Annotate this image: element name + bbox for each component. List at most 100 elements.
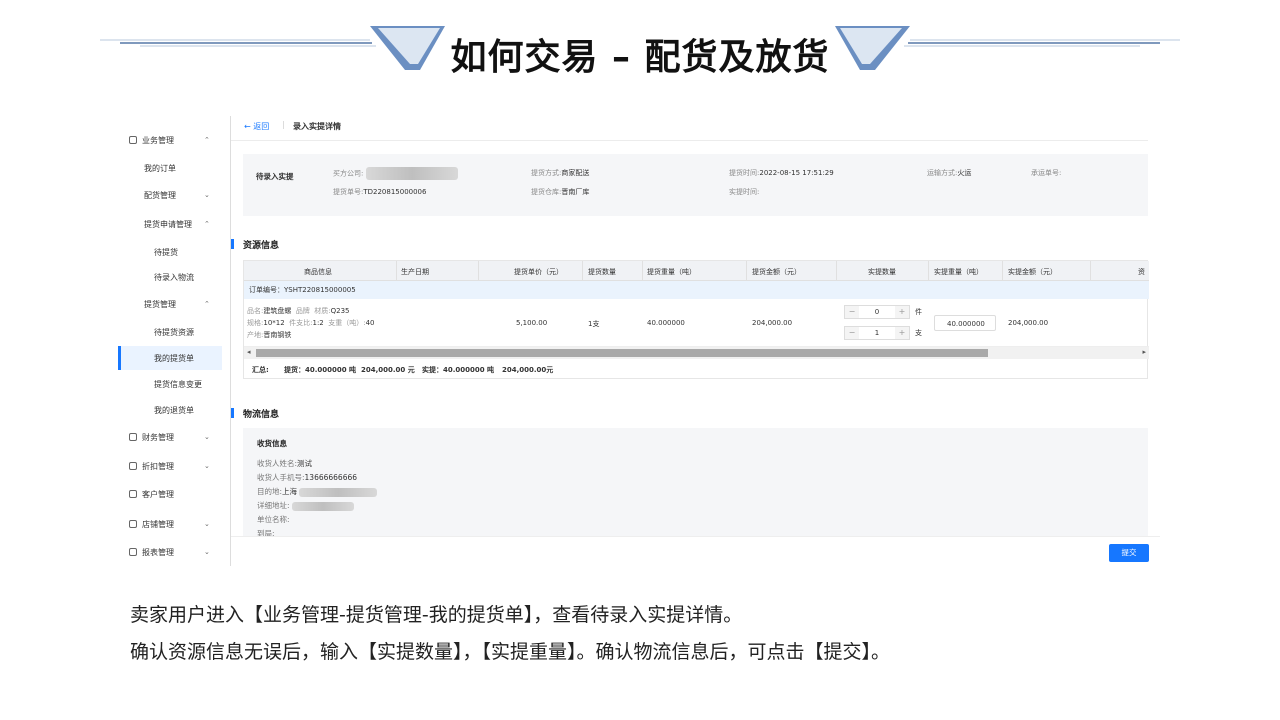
sidebar-item-finance[interactable]: 财务管理 ⌄ — [118, 425, 222, 449]
sidebar-item-my-returns[interactable]: 我的退货单 — [118, 398, 222, 422]
col-divider — [1090, 261, 1091, 281]
transport-field: 运输方式:火运 — [927, 169, 972, 177]
sidebar-item-business[interactable]: 业务管理 ⌃ — [118, 128, 222, 152]
col-divider — [396, 261, 397, 281]
pickup-time-field: 提货时间:2022-08-15 17:51:29 — [729, 169, 834, 177]
sidebar-item-my-orders[interactable]: 我的订单 — [118, 156, 222, 180]
slide-title: 如何交易 – 配货及放货 — [450, 37, 830, 78]
discount-icon — [129, 462, 137, 470]
chevron-down-icon: ⌄ — [204, 520, 210, 528]
sidebar-item-customers[interactable]: 客户管理 — [118, 482, 222, 506]
app-screenshot: 业务管理 ⌃ 我的订单 配货管理 ⌄ 提货申请管理 ⌃ 待提货 待录入物流 提货… — [118, 116, 1160, 566]
col-qty: 提货数量 — [588, 268, 616, 276]
unit-branches: 支 — [915, 329, 922, 337]
description-line-2: 确认资源信息无误后，输入【实提数量】，【实提重量】。确认物流信息后，可点击【提交… — [130, 641, 891, 663]
redacted-destination — [299, 487, 378, 497]
col-unit-price: 提货单价（元） — [514, 268, 563, 276]
chevron-up-icon: ⌃ — [204, 300, 210, 308]
col-amount: 提货金额（元） — [752, 268, 801, 276]
col-divider — [836, 261, 837, 281]
chevron-down-icon: ⌄ — [204, 548, 210, 556]
scroll-left-icon[interactable]: ◂ — [247, 348, 251, 356]
plus-icon[interactable]: + — [895, 327, 909, 339]
product-line-3: 产地:晋南钢铁 — [247, 331, 292, 339]
actual-qty-branches-stepper[interactable]: − 1 + — [844, 326, 910, 340]
table-row: 品名:建筑盘螺 品牌 材质:Q235 规格:10*12 件支比:1:2 支重（吨… — [244, 299, 1149, 347]
warehouse-field: 提货仓库:晋南厂库 — [531, 188, 590, 196]
weight-cell: 40.000000 — [647, 319, 685, 327]
col-production-date: 生产日期 — [401, 268, 429, 276]
customers-icon — [129, 490, 137, 498]
col-divider — [1002, 261, 1003, 281]
col-weight: 提货重量（吨） — [647, 268, 696, 276]
unit-pieces: 件 — [915, 308, 922, 316]
qty-cell: 1支 — [588, 320, 600, 328]
plus-icon[interactable]: + — [895, 306, 909, 318]
detail-address: 详细地址: — [257, 500, 354, 511]
sidebar-item-reports[interactable]: 报表管理 ⌄ — [118, 540, 222, 564]
sidebar-item-my-pickup-orders[interactable]: 我的提货单 — [118, 346, 222, 370]
description-line-1: 卖家用户进入【业务管理-提货管理-我的提货单】，查看待录入实提详情。 — [130, 604, 743, 626]
company-name: 单位名称: — [257, 515, 290, 524]
amount-cell: 204,000.00 — [752, 319, 793, 327]
sidebar-item-discount[interactable]: 折扣管理 ⌄ — [118, 454, 222, 478]
sidebar-item-pickup-mgmt[interactable]: 提货管理 ⌃ — [118, 292, 222, 316]
submit-button[interactable]: 提交 — [1109, 544, 1149, 562]
summary-row: 汇总: 提货：40.000000 吨 204,000.00 元 实提：40.00… — [252, 366, 554, 374]
col-divider — [642, 261, 643, 281]
pickup-method-field: 提货方式:商家配送 — [531, 169, 590, 177]
breadcrumb-separator: | — [282, 120, 285, 129]
page-title: 录入实提详情 — [293, 122, 341, 131]
destination: 目的地:上海 — [257, 486, 378, 497]
chevron-down-icon: ⌄ — [204, 433, 210, 441]
scroll-right-icon[interactable]: ▸ — [1142, 348, 1146, 356]
actual-amount-cell: 204,000.00 — [1008, 319, 1049, 327]
status-label: 待录入实提 — [256, 172, 294, 181]
scroll-thumb[interactable] — [256, 349, 988, 357]
receiver-name: 收货人姓名:测试 — [257, 459, 313, 468]
col-divider — [582, 261, 583, 281]
product-line-2: 规格:10*12 件支比:1:2 支重（吨）:40 — [247, 319, 375, 327]
logistics-section-title: 物流信息 — [231, 407, 279, 420]
col-divider — [928, 261, 929, 281]
unit-price-cell: 5,100.00 — [516, 319, 548, 327]
col-more: 资 — [1138, 268, 1145, 276]
sidebar-item-pickup-change[interactable]: 提货信息变更 — [118, 372, 222, 396]
minus-icon[interactable]: − — [845, 306, 859, 318]
table-header: 商品信息 生产日期 提货单价（元） 提货数量 提货重量（吨） 提货金额（元） 实… — [244, 261, 1149, 281]
main-content: ← 返回 | 录入实提详情 待录入实提 买方公司: 提货单号:TD2208150… — [230, 116, 1160, 566]
back-link[interactable]: ← 返回 — [244, 121, 269, 132]
footer-bar: 提交 — [231, 536, 1160, 566]
receiver-phone: 收货人手机号:13666666666 — [257, 473, 358, 482]
actual-weight-input[interactable]: 40.000000 — [934, 315, 996, 331]
col-divider — [746, 261, 747, 281]
sidebar: 业务管理 ⌃ 我的订单 配货管理 ⌄ 提货申请管理 ⌃ 待提货 待录入物流 提货… — [118, 116, 222, 566]
resource-section-title: 资源信息 — [231, 238, 279, 251]
finance-icon — [129, 433, 137, 441]
buyer-field: 买方公司: — [333, 167, 458, 180]
sidebar-item-pending-resources[interactable]: 待提货资源 — [118, 320, 222, 344]
sidebar-item-pending-logistics[interactable]: 待录入物流 — [118, 265, 222, 289]
chevron-down-icon: ⌄ — [204, 462, 210, 470]
actual-qty-pieces-stepper[interactable]: − 0 + — [844, 305, 910, 319]
redacted-buyer — [365, 167, 458, 180]
reports-icon — [129, 548, 137, 556]
sidebar-item-pickup-request[interactable]: 提货申请管理 ⌃ — [118, 212, 222, 236]
topbar: ← 返回 | 录入实提详情 — [231, 116, 1148, 141]
sidebar-item-pending-pickup[interactable]: 待提货 — [118, 240, 222, 264]
pickup-no-field: 提货单号:TD220815000006 — [333, 188, 427, 196]
logistics-panel: 收货信息 收货人姓名:测试 收货人手机号:13666666666 目的地:上海 … — [243, 428, 1148, 548]
store-icon — [129, 520, 137, 528]
redacted-address — [291, 501, 354, 511]
minus-icon[interactable]: − — [845, 327, 859, 339]
sidebar-item-store[interactable]: 店铺管理 ⌄ — [118, 512, 222, 536]
sidebar-item-allocation[interactable]: 配货管理 ⌄ — [118, 183, 222, 207]
order-info-panel: 待录入实提 买方公司: 提货单号:TD220815000006 提货方式:商家配… — [243, 154, 1148, 216]
order-number-row: 订单编号：YSHT220815000005 — [244, 281, 1149, 299]
chevron-up-icon: ⌃ — [204, 136, 210, 144]
col-actual-weight: 实提重量（吨） — [934, 268, 983, 276]
col-actual-qty: 实提数量 — [868, 268, 896, 276]
receiver-info-title: 收货信息 — [257, 439, 287, 448]
carrier-no-field: 承运单号: — [1031, 169, 1062, 177]
horizontal-scrollbar[interactable]: ◂ ▸ — [244, 347, 1149, 359]
